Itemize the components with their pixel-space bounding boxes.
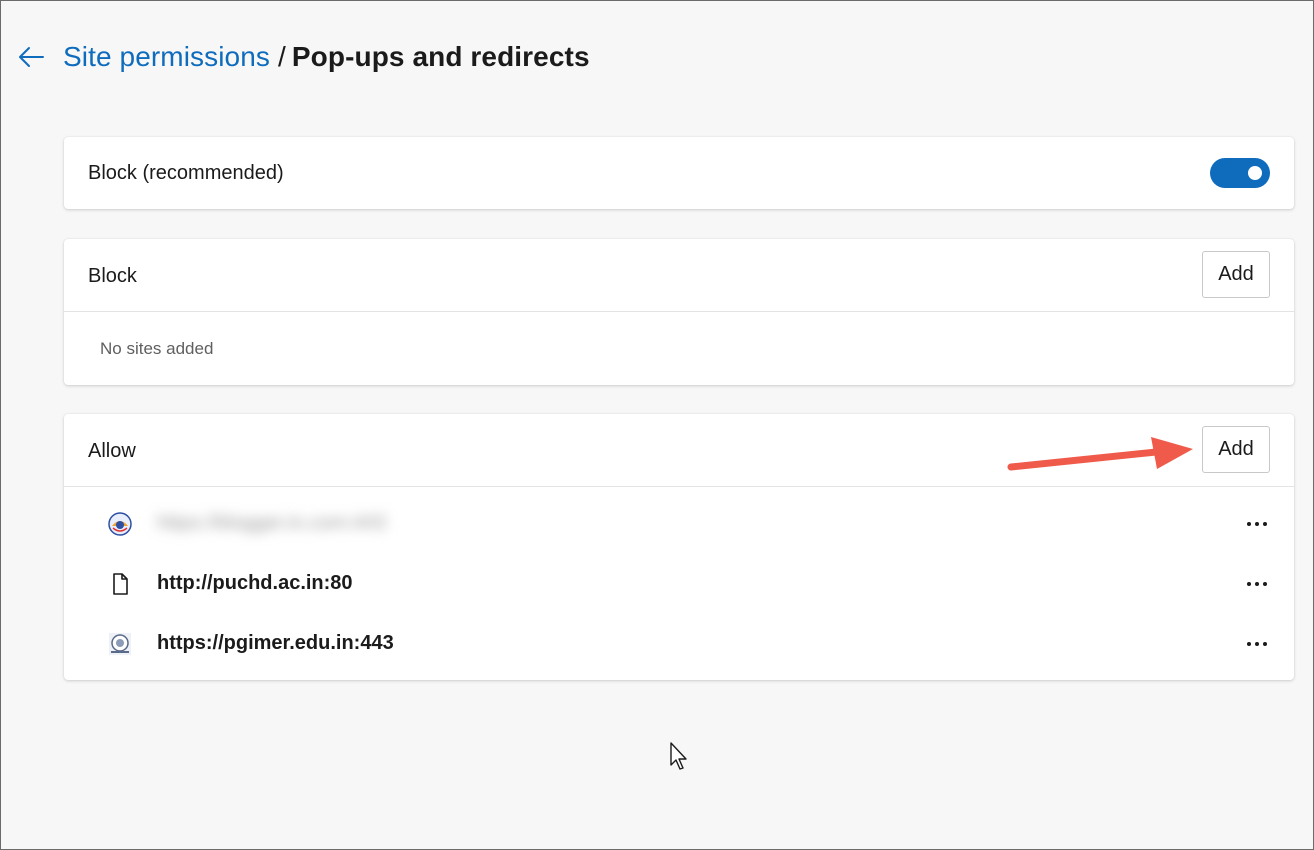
site-favicon-icon — [108, 512, 132, 536]
block-recommended-card: Block (recommended) — [64, 137, 1294, 209]
block-section-card: Block Add No sites added — [64, 239, 1294, 385]
allow-section-header: Allow Add — [64, 414, 1294, 487]
breadcrumb-current: Pop-ups and redirects — [291, 41, 590, 72]
mouse-cursor-icon — [670, 742, 687, 770]
breadcrumb-separator: / — [278, 41, 286, 72]
block-add-button[interactable]: Add — [1202, 251, 1270, 298]
more-horizontal-icon — [1247, 582, 1267, 586]
allow-site-url: http://puchd.ac.in:80 — [157, 572, 353, 594]
toggle-knob — [1248, 166, 1262, 180]
allow-site-row: https://pgimer.edu.in:443 — [64, 614, 1294, 674]
block-section-header: Block Add — [64, 239, 1294, 312]
back-button[interactable] — [15, 41, 47, 73]
allow-site-url: https://pgimer.edu.in:443 — [157, 632, 394, 654]
more-options-button[interactable] — [1244, 632, 1270, 656]
block-section-title: Block — [88, 265, 137, 287]
allow-add-button[interactable]: Add — [1202, 426, 1270, 473]
block-recommended-toggle[interactable] — [1210, 158, 1270, 188]
allow-site-row: https://blogger.in.com:443 — [64, 494, 1294, 554]
breadcrumb-site-permissions[interactable]: Site permissions — [63, 41, 270, 72]
document-icon — [113, 573, 128, 595]
site-favicon-icon — [109, 633, 131, 655]
allow-site-row: http://puchd.ac.in:80 — [64, 554, 1294, 614]
block-empty-text: No sites added — [100, 339, 214, 358]
page-title: Site permissions / Pop-ups and redirects — [63, 41, 590, 73]
block-recommended-label: Block (recommended) — [88, 162, 284, 184]
more-horizontal-icon — [1247, 522, 1267, 526]
allow-section-card: Allow Add https://blogger.in.com:443 htt… — [64, 414, 1294, 680]
page-header: Site permissions / Pop-ups and redirects — [15, 37, 590, 77]
allow-section-title: Allow — [88, 440, 136, 462]
more-options-button[interactable] — [1244, 512, 1270, 536]
more-horizontal-icon — [1247, 642, 1267, 646]
allow-site-url: https://blogger.in.com:443 — [157, 512, 387, 534]
more-options-button[interactable] — [1244, 572, 1270, 596]
back-arrow-icon — [19, 47, 44, 67]
